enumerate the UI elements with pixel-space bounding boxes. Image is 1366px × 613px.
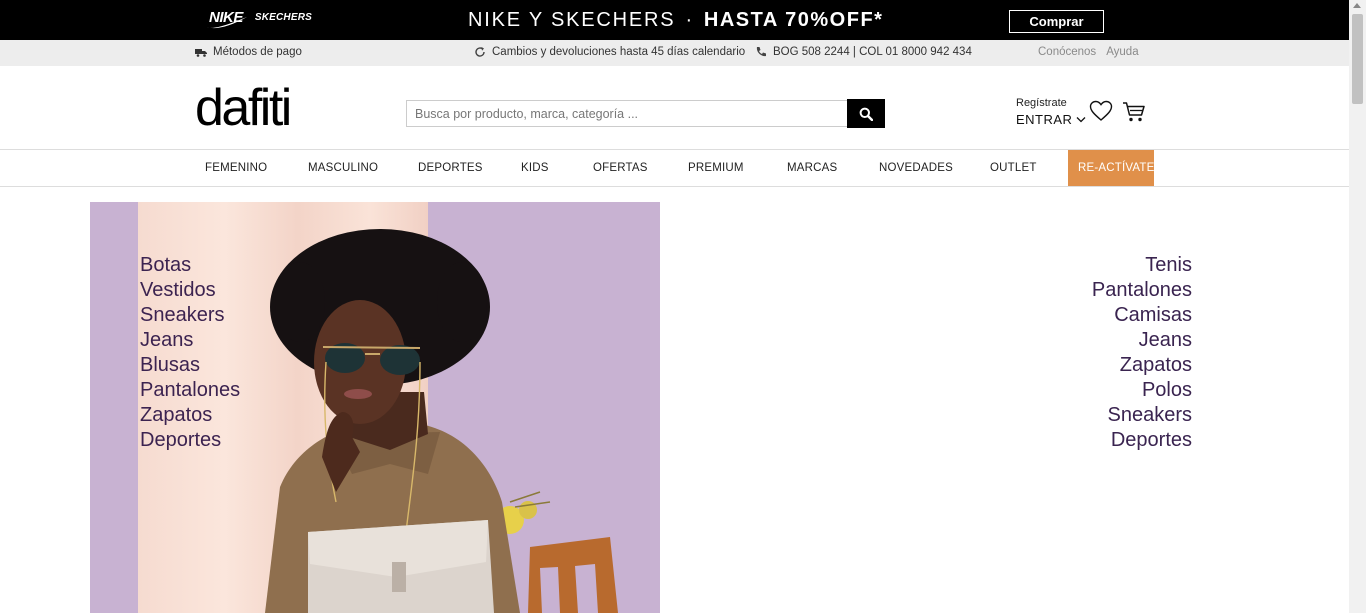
men-category-camisas[interactable]: Camisas — [1092, 303, 1192, 328]
men-category-jeans[interactable]: Jeans — [1092, 328, 1192, 353]
returns-info[interactable]: Cambios y devoluciones hasta 45 días cal… — [474, 46, 745, 58]
info-bar: Métodos de pago Cambios y devoluciones h… — [0, 40, 1349, 66]
nav-novedades[interactable]: NOVEDADES — [879, 150, 953, 186]
phone-info: BOG 508 2244 | COL 01 8000 942 434 — [755, 46, 972, 58]
men-category-tenis[interactable]: Tenis — [1092, 253, 1192, 278]
promo-offer-text: HASTA 70%OFF* — [703, 9, 884, 31]
promo-buy-button[interactable]: Comprar — [1009, 10, 1104, 33]
nav-reactivate[interactable]: RE-ACTÍVATE — [1068, 150, 1154, 186]
scroll-up-arrow-icon[interactable] — [1353, 3, 1361, 8]
nike-logo: NIKE — [207, 9, 247, 29]
nike-swoosh-icon — [207, 17, 247, 29]
women-category-deportes[interactable]: Deportes — [140, 428, 240, 453]
search-input[interactable] — [406, 100, 848, 127]
main-nav: FEMENINO MASCULINO DEPORTES KIDS OFERTAS… — [0, 150, 1349, 187]
nav-masculino[interactable]: MASCULINO — [308, 150, 378, 186]
wishlist-heart-icon[interactable] — [1089, 100, 1113, 122]
promo-brands-text: NIKE Y SKECHERS — [468, 9, 676, 31]
page: NIKE SKECHERS NIKE Y SKECHERS · HASTA 70%O… — [0, 0, 1349, 613]
payment-methods-link[interactable]: Métodos de pago — [195, 46, 302, 58]
phone-label: BOG 508 2244 | COL 01 8000 942 434 — [773, 46, 972, 58]
page-scrollbar[interactable] — [1349, 0, 1366, 613]
refresh-icon — [475, 47, 485, 57]
truck-icon — [195, 48, 207, 57]
men-category-deportes[interactable]: Deportes — [1092, 428, 1192, 453]
promo-separator: · — [685, 9, 694, 31]
cart-icon[interactable] — [1122, 101, 1146, 123]
women-category-sneakers[interactable]: Sneakers — [140, 303, 240, 328]
promo-bar[interactable]: NIKE SKECHERS NIKE Y SKECHERS · HASTA 70%O… — [0, 0, 1349, 40]
account-menu[interactable]: Regístrate ENTRAR — [1016, 97, 1086, 127]
site-header: dafiti Regístrate ENTRAR — [0, 66, 1349, 150]
help-link[interactable]: Ayuda — [1106, 46, 1138, 58]
women-category-botas[interactable]: Botas — [140, 253, 240, 278]
login-dropdown[interactable]: ENTRAR — [1016, 112, 1086, 127]
men-category-pantalones[interactable]: Pantalones — [1092, 278, 1192, 303]
women-category-pantalones[interactable]: Pantalones — [140, 378, 240, 403]
men-category-list: Tenis Pantalones Camisas Jeans Zapatos P… — [1092, 253, 1192, 453]
search-button[interactable] — [847, 99, 885, 128]
register-link[interactable]: Regístrate — [1016, 97, 1086, 109]
men-category-polos[interactable]: Polos — [1092, 378, 1192, 403]
info-links: Conócenos Ayuda — [1038, 46, 1139, 58]
about-link[interactable]: Conócenos — [1038, 46, 1096, 58]
promo-brand-logos: NIKE SKECHERS — [207, 9, 313, 29]
chevron-down-icon — [1076, 117, 1086, 123]
dafiti-logo[interactable]: dafiti — [195, 78, 292, 138]
nav-marcas[interactable]: MARCAS — [787, 150, 837, 186]
login-label: ENTRAR — [1016, 112, 1073, 127]
men-category-sneakers[interactable]: Sneakers — [1092, 403, 1193, 428]
women-category-jeans[interactable]: Jeans — [140, 328, 240, 353]
women-category-list: Botas Vestidos Sneakers Jeans Blusas Pan… — [140, 253, 240, 453]
nav-deportes[interactable]: DEPORTES — [418, 150, 483, 186]
nav-premium[interactable]: PREMIUM — [688, 150, 744, 186]
skechers-logo: SKECHERS — [254, 12, 313, 23]
search-icon — [859, 107, 873, 121]
phone-icon — [756, 47, 766, 57]
nav-outlet[interactable]: OUTLET — [990, 150, 1037, 186]
payment-methods-label: Métodos de pago — [213, 46, 302, 58]
nav-ofertas[interactable]: OFERTAS — [593, 150, 648, 186]
women-category-blusas[interactable]: Blusas — [140, 353, 240, 378]
women-category-zapatos[interactable]: Zapatos — [140, 403, 240, 428]
women-category-vestidos[interactable]: Vestidos — [140, 278, 240, 303]
scrollbar-thumb[interactable] — [1352, 14, 1363, 104]
returns-label: Cambios y devoluciones hasta 45 días cal… — [492, 46, 746, 58]
nav-femenino[interactable]: FEMENINO — [205, 150, 267, 186]
promo-headline: NIKE Y SKECHERS · HASTA 70%OFF* — [468, 9, 883, 32]
men-category-zapatos[interactable]: Zapatos — [1092, 353, 1192, 378]
nav-kids[interactable]: KIDS — [521, 150, 549, 186]
